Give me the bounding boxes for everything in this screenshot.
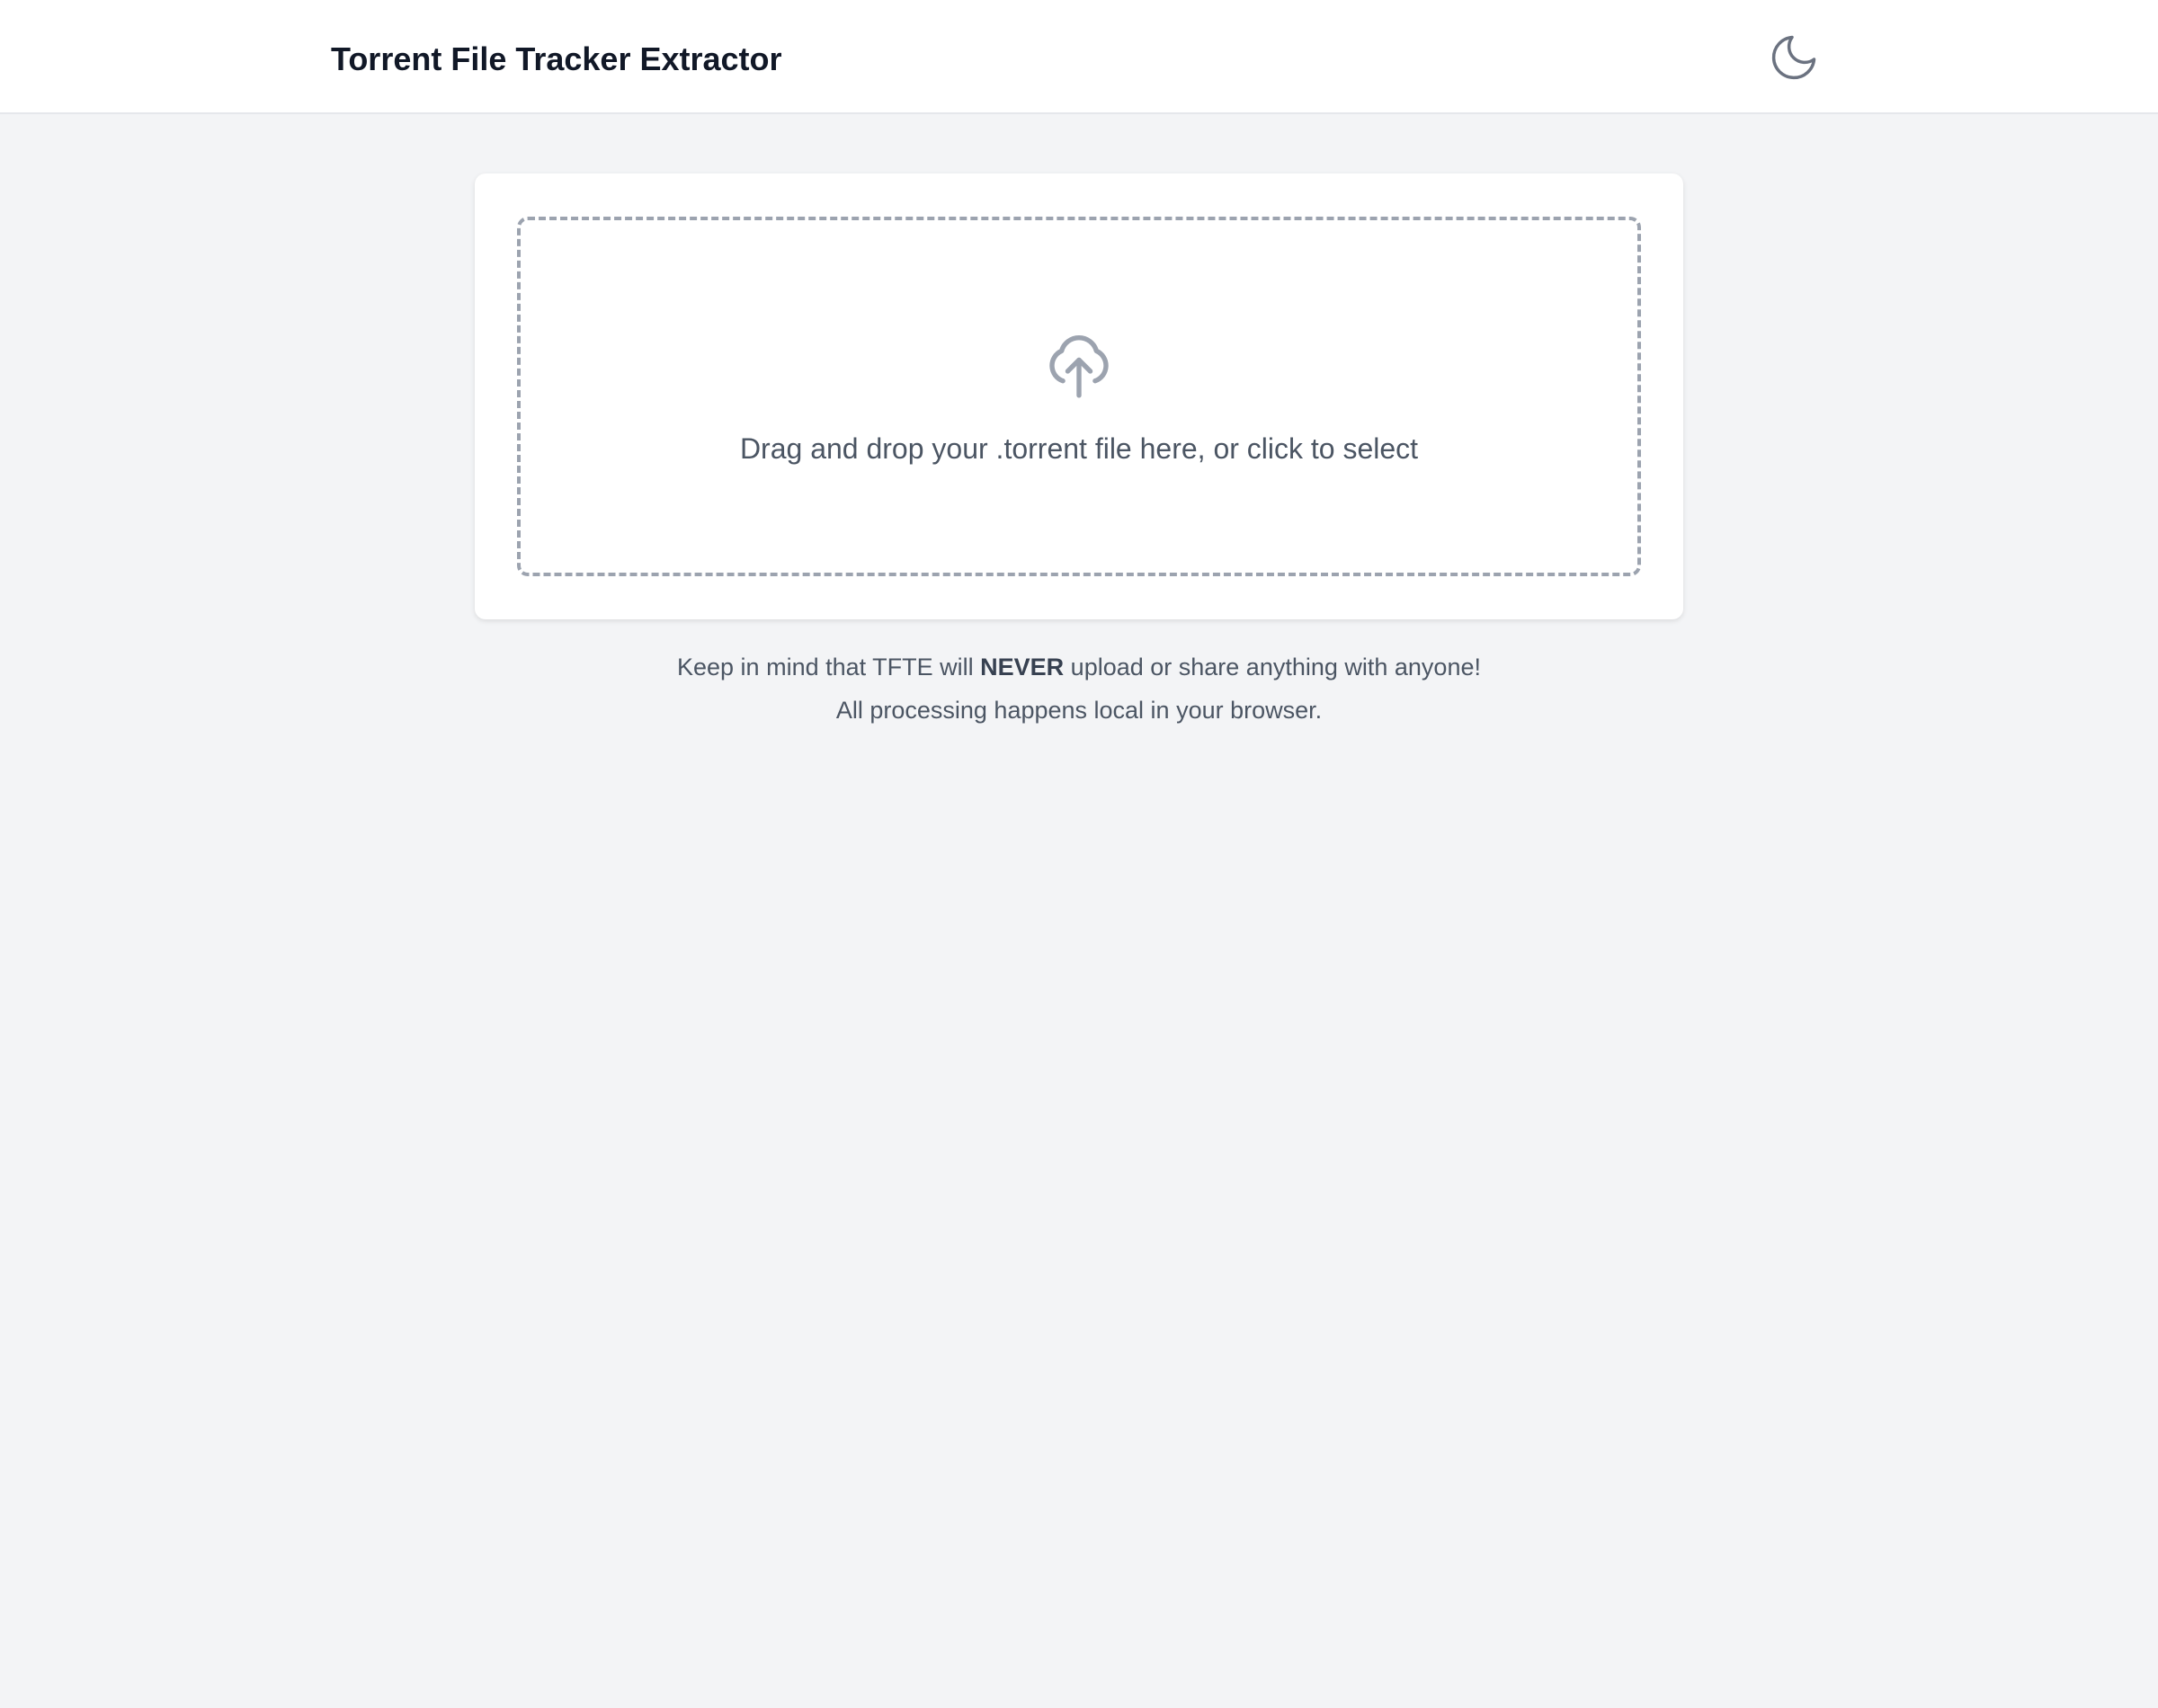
privacy-notice-suffix: upload or share anything with anyone! (1064, 654, 1481, 681)
local-processing-notice: All processing happens local in your bro… (835, 697, 1323, 724)
file-dropzone[interactable]: Drag and drop your .torrent file here, o… (517, 217, 1641, 576)
theme-toggle-button[interactable] (1762, 27, 1825, 90)
app-title: Torrent File Tracker Extractor (331, 40, 782, 77)
upload-card: Drag and drop your .torrent file here, o… (475, 173, 1683, 619)
privacy-notice: Keep in mind that TFTE will NEVER upload… (360, 649, 1798, 685)
cloud-upload-icon (1040, 325, 1118, 402)
privacy-notice-emphasis: NEVER (980, 654, 1065, 681)
moon-icon (1767, 31, 1821, 87)
privacy-notice-prefix: Keep in mind that TFTE will (677, 654, 981, 681)
app-header: Torrent File Tracker Extractor (0, 0, 2158, 114)
dropzone-instructions: Drag and drop your .torrent file here, o… (739, 432, 1419, 465)
